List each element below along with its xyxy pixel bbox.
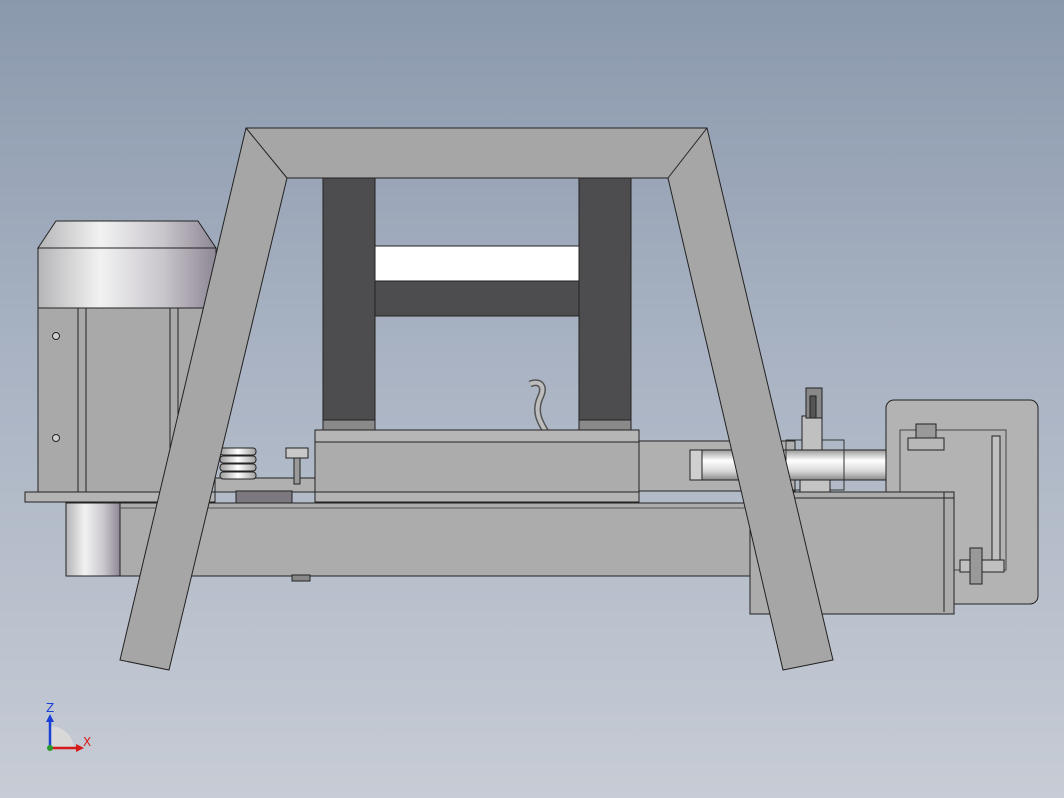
bolt-hole [52,332,60,340]
adjuster-knob [285,447,309,459]
dark-crossbar [374,280,580,317]
axis-triad: Z X [46,701,91,752]
x-axis-label: X [83,735,91,749]
z-axis-label: Z [46,701,54,715]
a-frame [119,127,834,671]
bolt-hole [52,434,60,442]
machine-side-view: Z X [24,127,1039,752]
white-crossbar [374,245,580,282]
cad-viewport[interactable]: Z X [0,0,1064,798]
gearbox-housing [65,502,121,577]
press-columns [322,177,632,435]
bolt-head [291,574,311,582]
carriage-block [314,429,640,503]
spring-assembly [214,447,316,504]
clamp-block [235,490,293,504]
